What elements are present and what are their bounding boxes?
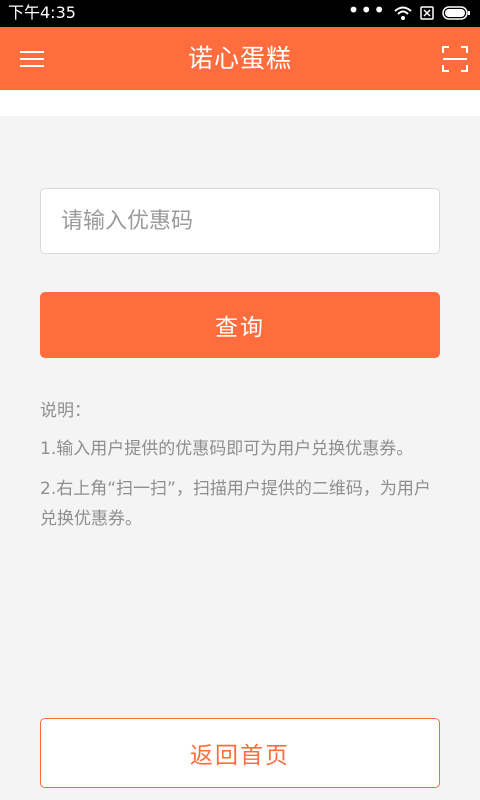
status-time: 下午4:35	[8, 3, 76, 22]
status-icons: •••	[347, 0, 472, 22]
wifi-icon	[394, 6, 412, 20]
instruction-item: 1.输入用户提供的优惠码即可为用户兑换优惠券。	[40, 439, 414, 459]
menu-icon[interactable]	[12, 45, 52, 73]
query-button[interactable]: 查询	[40, 292, 440, 358]
instructions: 说明： 1.输入用户提供的优惠码即可为用户兑换优惠券。 2.右上角“扫一扫”，扫…	[40, 396, 440, 544]
coupon-code-input[interactable]	[40, 188, 440, 254]
instruction-item: 2.右上角“扫一扫”，扫描用户提供的二维码，为用户兑换优惠券。	[40, 479, 431, 529]
more-dots-icon: •••	[347, 0, 386, 22]
sim-x-icon	[420, 6, 434, 20]
app-title: 诺心蛋糕	[187, 44, 292, 73]
app-bar: 诺心蛋糕	[0, 27, 480, 90]
back-to-home-button[interactable]: 返回首页	[40, 718, 440, 788]
scan-icon[interactable]	[440, 44, 470, 74]
status-bar: 下午4:35 •••	[0, 0, 480, 27]
instructions-heading: 说明：	[40, 401, 91, 421]
battery-icon	[442, 6, 470, 20]
header-spacer	[0, 90, 480, 116]
